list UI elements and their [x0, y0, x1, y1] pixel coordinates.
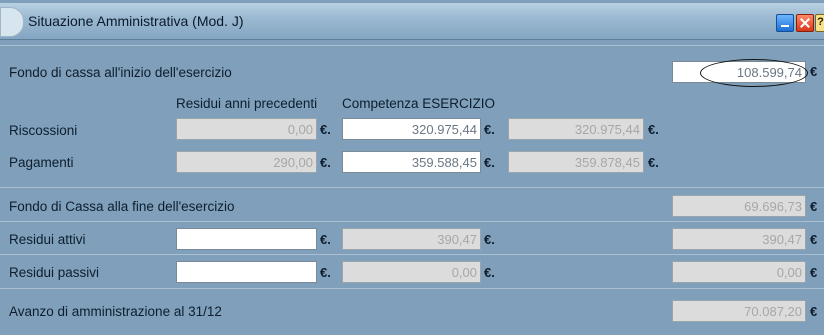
residui-passivi-competenza-field: 0,00	[342, 261, 481, 283]
title-bar[interactable]: Situazione Amministrativa (Mod. J) ?	[0, 3, 824, 40]
minimize-icon[interactable]	[776, 14, 794, 32]
currency-symbol: €.	[648, 122, 659, 137]
close-icon[interactable]	[796, 14, 814, 32]
separator	[0, 288, 824, 289]
currency-symbol: €	[810, 232, 818, 247]
riscossioni-label: Riscossioni	[9, 123, 78, 138]
column-header-residui: Residui anni precedenti	[176, 96, 318, 111]
riscossioni-totale-field: 320.975,44	[508, 118, 644, 140]
window-icon	[0, 7, 24, 37]
pagamenti-competenza-field[interactable]: 359.588,45	[342, 151, 481, 173]
pagamenti-totale-field: 359.878,45	[508, 151, 644, 173]
highlight-ellipse	[700, 59, 808, 87]
separator	[0, 187, 824, 188]
pagamenti-label: Pagamenti	[9, 155, 74, 170]
column-header-competenza: Competenza ESERCIZIO	[342, 96, 496, 111]
separator	[0, 254, 824, 255]
residui-passivi-totale-field: 0,00	[672, 261, 806, 283]
currency-symbol: €.	[484, 265, 495, 280]
avanzo-field: 70.087,20	[672, 300, 806, 322]
residui-attivi-competenza-field: 390,47	[342, 228, 481, 250]
currency-symbol: €.	[320, 265, 331, 280]
currency-symbol: €.	[320, 232, 331, 247]
situazione-amministrativa-window: Situazione Amministrativa (Mod. J) ? Fon…	[0, 0, 824, 335]
currency-symbol: €.	[320, 122, 331, 137]
currency-symbol: €.	[648, 155, 659, 170]
residui-attivi-input[interactable]	[176, 228, 317, 250]
pagamenti-residui-field: 290,00	[176, 151, 317, 173]
separator	[0, 221, 824, 222]
avanzo-label: Avanzo di amministrazione al 31/12	[9, 304, 222, 319]
riscossioni-residui-field: 0,00	[176, 118, 317, 140]
currency-symbol: €.	[484, 122, 495, 137]
currency-symbol: €	[810, 199, 818, 214]
fondo-fine-field: 69.696,73	[672, 195, 806, 217]
residui-passivi-input[interactable]	[176, 261, 317, 283]
residui-passivi-label: Residui passivi	[9, 265, 100, 280]
window-title: Situazione Amministrativa (Mod. J)	[28, 13, 244, 29]
help-icon[interactable]: ?	[815, 14, 824, 32]
separator	[0, 45, 824, 46]
currency-symbol: €	[810, 304, 818, 319]
residui-attivi-label: Residui attivi	[9, 232, 86, 247]
currency-symbol: €.	[484, 155, 495, 170]
currency-symbol: €	[810, 64, 818, 79]
currency-symbol: €.	[320, 155, 331, 170]
currency-symbol: €	[810, 265, 818, 280]
riscossioni-competenza-field[interactable]: 320.975,44	[342, 118, 481, 140]
currency-symbol: €.	[484, 232, 495, 247]
fondo-fine-label: Fondo di Cassa alla fine dell'esercizio	[9, 199, 235, 214]
residui-attivi-totale-field: 390,47	[672, 228, 806, 250]
fondo-inizio-label: Fondo di cassa all'inizio dell'esercizio	[9, 65, 232, 80]
